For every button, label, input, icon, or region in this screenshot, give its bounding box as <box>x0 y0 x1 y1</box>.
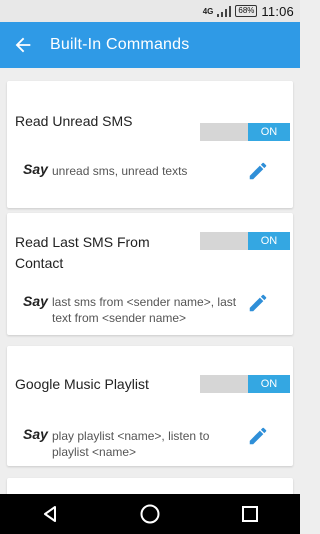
clock: 11:06 <box>261 3 294 19</box>
pencil-icon[interactable] <box>247 160 269 182</box>
navigation-bar <box>0 494 300 534</box>
command-card-partial <box>7 478 293 494</box>
command-card-read-unread-sms: Read Unread SMS ON Say unread sms, unrea… <box>7 81 293 208</box>
page-title: Built-In Commands <box>50 36 190 53</box>
command-card-google-music-playlist: Google Music Playlist ON Say play playli… <box>7 346 293 466</box>
command-examples: unread sms, unread texts <box>52 164 188 178</box>
command-examples: last sms from <sender name>, last text f… <box>52 295 237 325</box>
command-toggle[interactable]: ON <box>200 375 290 393</box>
say-label: Say <box>23 161 48 177</box>
say-label: Say <box>23 426 48 442</box>
command-title: Google Music Playlist <box>15 376 149 392</box>
status-bar: 4G 68% 11:06 <box>0 0 300 22</box>
toggle-knob: ON <box>248 375 290 393</box>
pencil-icon[interactable] <box>247 292 269 314</box>
status-icons: 4G 68% 11:06 <box>203 0 294 22</box>
command-toggle[interactable]: ON <box>200 123 290 141</box>
say-label: Say <box>23 293 48 309</box>
nav-home-icon[interactable] <box>135 499 165 529</box>
toggle-knob: ON <box>248 232 290 250</box>
nav-recents-icon[interactable] <box>235 499 265 529</box>
nav-back-icon[interactable] <box>35 499 65 529</box>
command-card-read-last-sms: Read Last SMS From Contact ON Say last s… <box>7 213 293 335</box>
toolbar: Built-In Commands <box>0 22 300 68</box>
signal-icon <box>217 5 232 17</box>
command-title: Read Last SMS From Contact <box>15 234 150 271</box>
network-indicator: 4G <box>202 6 214 16</box>
command-toggle[interactable]: ON <box>200 232 290 250</box>
arrow-back-icon[interactable] <box>12 34 34 56</box>
command-title: Read Unread SMS <box>15 113 133 129</box>
pencil-icon[interactable] <box>247 425 269 447</box>
battery-indicator: 68% <box>235 5 258 17</box>
command-examples: play playlist <name>, listen to playlist… <box>52 429 210 459</box>
toggle-knob: ON <box>248 123 290 141</box>
command-list: Read Unread SMS ON Say unread sms, unrea… <box>0 68 300 494</box>
